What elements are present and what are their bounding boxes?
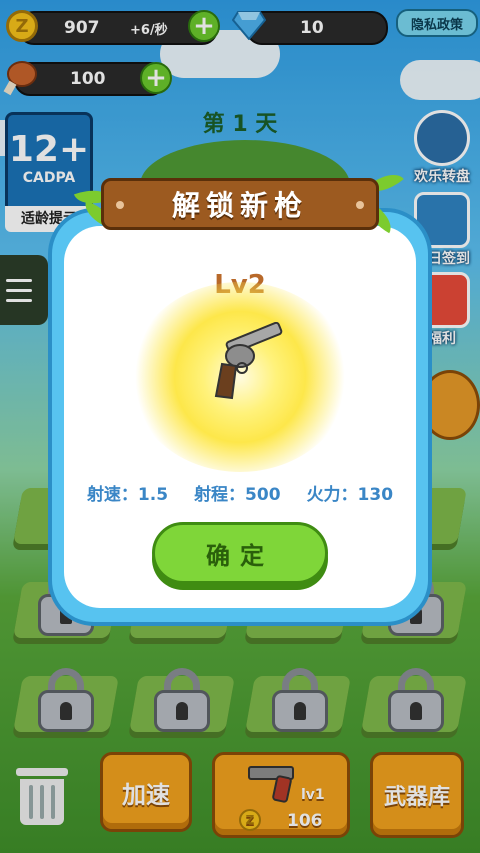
confirm-button[interactable]: 确定 — [152, 522, 328, 584]
revolver-icon — [206, 321, 290, 404]
dialog-title-banner: 解锁新枪 — [101, 178, 379, 230]
gun-stats: 射速：1.5 射程：500 火力：130 — [64, 480, 416, 505]
dialog-title: 解锁新枪 — [171, 189, 308, 222]
fire-rate-stat: 射速：1.5 — [86, 485, 169, 505]
confirm-label: 确定 — [206, 541, 274, 570]
game-scene: 907 +6/秒 Z + 10 隐私政策 100 + 第 1 天 12+ CAD… — [0, 0, 480, 853]
range-stat: 射程：500 — [194, 485, 281, 505]
firepower-stat: 火力：130 — [306, 485, 394, 505]
